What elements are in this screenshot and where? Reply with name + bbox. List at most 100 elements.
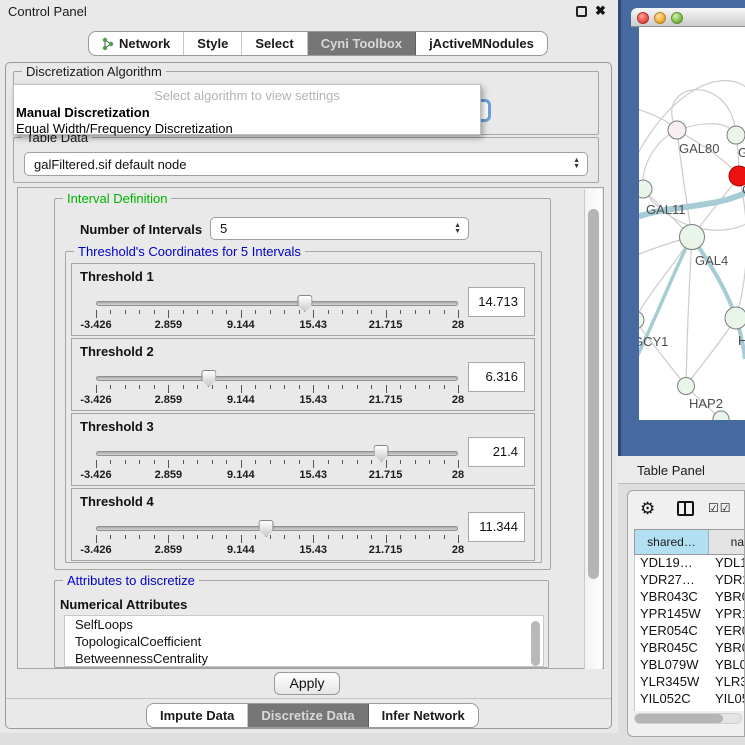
node-label-partial-g: GA xyxy=(738,145,745,160)
close-traffic-light-icon[interactable] xyxy=(637,12,649,24)
node-label-gal11: GAL11 xyxy=(646,202,686,217)
tick-label: 21.715 xyxy=(369,469,403,481)
threshold-4-slider[interactable] xyxy=(96,526,458,531)
table-cell[interactable]: YBL079W xyxy=(635,657,709,674)
tab-cyni-toolbox[interactable]: Cyni Toolbox xyxy=(308,32,416,55)
network-canvas[interactable]: GAL80 GA GAL11 C GAL4 GCY1 HI HAP2 xyxy=(639,27,745,420)
network-window-titlebar[interactable] xyxy=(631,8,745,27)
tick-mark xyxy=(183,535,184,539)
tick-mark xyxy=(371,385,372,389)
apply-button[interactable]: Apply xyxy=(274,672,340,695)
tab-impute-data[interactable]: Impute Data xyxy=(147,704,248,727)
settings-scrollbar-track[interactable] xyxy=(584,189,602,669)
attributes-group: Attributes to discretize Numerical Attri… xyxy=(54,580,549,668)
network-icon xyxy=(102,37,114,51)
tick-mark xyxy=(284,310,285,314)
table-horizontal-scrollbar-thumb[interactable] xyxy=(635,714,723,723)
table-data-group: Table Data galFiltered.sif default node … xyxy=(13,137,599,183)
tick-mark xyxy=(458,535,459,543)
dropdown-option-manual[interactable]: Manual Discretization xyxy=(14,105,480,120)
tick-mark xyxy=(415,460,416,464)
tab-style[interactable]: Style xyxy=(184,32,242,55)
table-row[interactable]: YBR043CYBR04 xyxy=(635,589,745,606)
table-cell[interactable]: YBR045C xyxy=(635,640,709,657)
tick-mark xyxy=(415,385,416,389)
table-cell[interactable]: YPR14 xyxy=(709,606,745,623)
threshold-3-value-field[interactable]: 21.4 xyxy=(468,437,525,467)
threshold-2-slider[interactable] xyxy=(96,376,458,381)
close-icon[interactable]: ✖ xyxy=(595,3,606,19)
interval-definition-group: Interval Definition Number of Intervals … xyxy=(54,198,551,570)
tab-jactivemnodules[interactable]: jActiveMNodules xyxy=(416,32,547,55)
tick-mark xyxy=(284,535,285,539)
column-layout-icon[interactable] xyxy=(677,501,694,516)
table-cell[interactable]: YIL052C xyxy=(635,691,709,708)
node-gal11 xyxy=(639,180,652,198)
attribute-list-item[interactable]: TopologicalCoefficient xyxy=(65,633,543,650)
node-bottom xyxy=(713,411,729,420)
tick-mark xyxy=(284,385,285,389)
tick-label: 21.715 xyxy=(369,319,403,331)
table-cell[interactable]: YDL19… xyxy=(635,555,709,572)
tick-mark xyxy=(270,385,271,389)
table-row[interactable]: YLR345WYLR34 xyxy=(635,674,745,691)
table-cell[interactable]: YLR345W xyxy=(635,674,709,691)
tab-discretize-data[interactable]: Discretize Data xyxy=(248,704,368,727)
table-row[interactable]: YBL079WYBL07 xyxy=(635,657,745,674)
tab-network[interactable]: Network xyxy=(89,32,184,55)
table-cell[interactable]: YPR145W xyxy=(635,606,709,623)
threshold-3-slider[interactable] xyxy=(96,451,458,456)
threshold-2-value-field[interactable]: 6.316 xyxy=(468,362,525,392)
table-row[interactable]: YBR045CYBR04 xyxy=(635,640,745,657)
tick-mark xyxy=(125,385,126,389)
table-cell[interactable]: YDL19 xyxy=(709,555,745,572)
table-cell[interactable]: YBL07 xyxy=(709,657,745,674)
table-horizontal-scrollbar[interactable] xyxy=(634,713,742,724)
table-row[interactable]: YPR145WYPR14 xyxy=(635,606,745,623)
select-columns-icon[interactable]: ☑☑ xyxy=(708,501,732,515)
threshold-1-panel: Threshold 1 -3.4262.8599.14415.4321.7152… xyxy=(71,263,535,336)
table-cell[interactable]: YBR043C xyxy=(635,589,709,606)
threshold-1-slider[interactable] xyxy=(96,301,458,306)
attribute-list-item[interactable]: SelfLoops xyxy=(65,616,543,633)
settings-scrollpane: Interval Definition Number of Intervals … xyxy=(17,187,604,669)
table-cell[interactable]: YDR27 xyxy=(709,572,745,589)
table-row[interactable]: YIL052CYIL05 xyxy=(635,691,745,708)
table-cell[interactable]: YDR27… xyxy=(635,572,709,589)
settings-scrollbar-thumb[interactable] xyxy=(588,209,599,579)
tab-select[interactable]: Select xyxy=(242,32,307,55)
tick-mark xyxy=(313,535,314,543)
table-cell[interactable]: YER054C xyxy=(635,623,709,640)
threshold-4-value-field[interactable]: 11.344 xyxy=(468,512,525,542)
table-body: YDL19…YDL19YDR27…YDR27YBR043CYBR04YPR145… xyxy=(634,555,745,711)
minimize-traffic-light-icon[interactable] xyxy=(654,12,666,24)
slider-ticks xyxy=(96,460,458,469)
gear-icon[interactable]: ⚙ xyxy=(640,499,655,519)
number-of-intervals-combobox[interactable]: 5 ▲▼ xyxy=(210,217,469,240)
dropdown-option-equal-width[interactable]: Equal Width/Frequency Discretization xyxy=(14,121,480,136)
column-header-name[interactable]: na xyxy=(709,530,745,554)
table-cell[interactable]: YBR04 xyxy=(709,589,745,606)
network-view-window[interactable]: GAL80 GA GAL11 C GAL4 GCY1 HI HAP2 xyxy=(618,0,745,456)
table-data-combobox[interactable]: galFiltered.sif default node ▲▼ xyxy=(24,152,588,176)
attribute-list-item[interactable]: BetweennessCentrality xyxy=(65,650,543,667)
zoom-traffic-light-icon[interactable] xyxy=(671,12,683,24)
table-row[interactable]: YDL19…YDL19 xyxy=(635,555,745,572)
table-cell[interactable]: YER05 xyxy=(709,623,745,640)
column-header-shared-name[interactable]: shared… xyxy=(635,530,709,554)
tick-mark xyxy=(125,535,126,539)
threshold-1-value-field[interactable]: 14.713 xyxy=(468,287,525,317)
table-row[interactable]: YER054CYER05 xyxy=(635,623,745,640)
table-row[interactable]: YDR27…YDR27 xyxy=(635,572,745,589)
table-cell[interactable]: YLR34 xyxy=(709,674,745,691)
threshold-3-label: Threshold 3 xyxy=(80,419,154,434)
tick-mark xyxy=(139,310,140,314)
list-scrollbar[interactable] xyxy=(531,621,540,666)
float-window-icon[interactable] xyxy=(576,6,587,17)
table-cell[interactable]: YBR04 xyxy=(709,640,745,657)
table-cell[interactable]: YIL05 xyxy=(709,691,745,708)
numerical-attributes-list[interactable]: SelfLoopsTopologicalCoefficientBetweenne… xyxy=(64,615,544,667)
node-label-gal80: GAL80 xyxy=(679,141,719,156)
tab-infer-network[interactable]: Infer Network xyxy=(369,704,478,727)
tick-mark xyxy=(241,310,242,318)
